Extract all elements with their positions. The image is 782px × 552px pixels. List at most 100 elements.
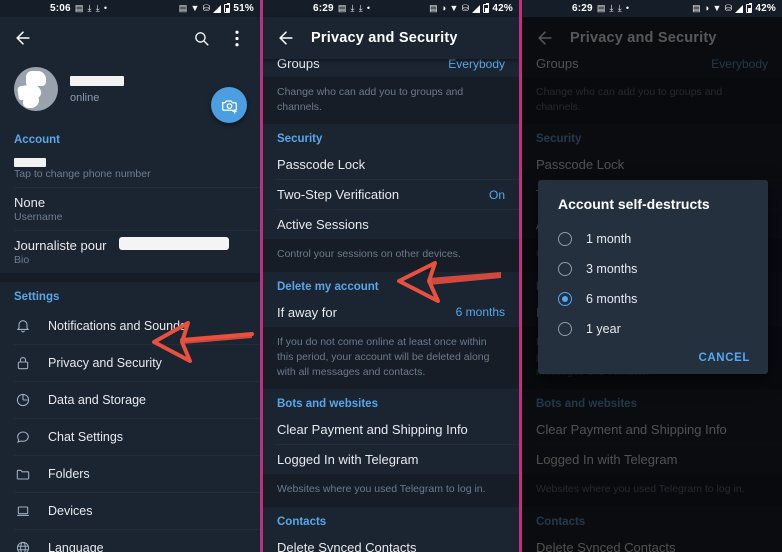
laptop-icon: [14, 502, 32, 520]
globe-icon: [14, 539, 32, 552]
sidebar-item-label: Folders: [48, 467, 90, 481]
dialog-option-label: 3 months: [586, 262, 638, 276]
row-logged-in-with-telegram[interactable]: Logged In with Telegram: [263, 445, 519, 474]
dialog-option-3-months[interactable]: 3 months: [538, 254, 768, 284]
status-bar-right: ▤ ◑ ▼ ⛁ 42%: [429, 3, 513, 14]
section-gap: [0, 273, 260, 282]
signal-icon: [472, 4, 481, 13]
status-bar-right: ▤ ▼ ⛁ 51%: [179, 3, 254, 14]
profile-header[interactable]: online: [0, 59, 260, 125]
profile-status: online: [70, 92, 100, 104]
sidebar-item-notifications[interactable]: Notifications and Sounds: [0, 308, 260, 344]
sidebar-item-label: Language: [48, 541, 104, 552]
row-label: Passcode Lock: [277, 157, 366, 173]
row-username-sub: Username: [14, 211, 63, 223]
sim-card-icon: ▤: [178, 3, 188, 13]
row-username-value: None: [14, 195, 46, 210]
bio-redaction: [119, 237, 229, 250]
sidebar-item-language[interactable]: Language: [0, 530, 260, 552]
dialog-option-label: 6 months: [586, 292, 638, 306]
overflow-menu-icon[interactable]: [226, 27, 248, 49]
row-clear-payment-info[interactable]: Clear Payment and Shipping Info: [263, 415, 519, 444]
dialog-option-label: 1 year: [586, 322, 621, 336]
back-arrow-icon[interactable]: [275, 27, 297, 49]
alarm-icon: ◑: [440, 3, 447, 13]
radio-icon[interactable]: [558, 322, 572, 336]
bots-and-websites-section: Bots and websites Clear Payment and Ship…: [263, 389, 519, 475]
dialog-option-6-months[interactable]: 6 months: [538, 284, 768, 314]
sidebar-item-chat-settings[interactable]: Chat Settings: [0, 419, 260, 455]
dialog-option-1-year[interactable]: 1 year: [538, 314, 768, 344]
status-bar-left: 6:29 ▤ ⤓ ⤓ •: [313, 3, 370, 14]
row-if-away-for[interactable]: If away for 6 months: [263, 298, 519, 327]
bots-hint: Websites where you used Telegram to log …: [263, 474, 519, 507]
status-time: 5:06: [50, 3, 71, 14]
cancel-button[interactable]: CANCEL: [698, 352, 750, 364]
row-value: 6 months: [455, 305, 505, 320]
radio-icon[interactable]: [558, 232, 572, 246]
dialog-option-1-month[interactable]: 1 month: [538, 224, 768, 254]
toolbar: [0, 17, 260, 59]
page-title: Privacy and Security: [311, 30, 458, 46]
row-bio[interactable]: Journaliste pour Bio: [0, 231, 260, 273]
sidebar-item-privacy-and-security[interactable]: Privacy and Security: [0, 345, 260, 381]
search-icon[interactable]: [190, 27, 212, 49]
settings-section: Settings Notifications and Sounds Privac…: [0, 282, 260, 552]
delete-account-section: Delete my account If away for 6 months: [263, 271, 519, 327]
panel-telegram-settings: 5:06 ▤ ⤓ ⤓ • ▤ ▼ ⛁ 51% online Account Ta…: [0, 0, 260, 552]
sidebar-item-label: Devices: [48, 504, 93, 518]
toolbar: Privacy and Security: [263, 17, 519, 59]
radio-icon[interactable]: [558, 262, 572, 276]
sidebar-item-data-and-storage[interactable]: Data and Storage: [0, 382, 260, 418]
row-two-step-verification[interactable]: Two-Step Verification On: [263, 180, 519, 209]
groups-section: Groups Everybody: [263, 56, 519, 77]
security-section-title: Security: [277, 133, 323, 146]
bell-icon: [14, 317, 32, 335]
settings-section-title: Settings: [14, 291, 60, 303]
add-photo-icon[interactable]: [211, 87, 247, 123]
battery-icon: [224, 3, 231, 13]
wifi-icon: ▼: [190, 3, 200, 13]
battery-icon: [483, 3, 490, 13]
row-groups[interactable]: Groups Everybody: [263, 56, 519, 77]
vpn-icon: ⛁: [461, 3, 470, 13]
row-label: Logged In with Telegram: [277, 452, 419, 468]
row-label: Two-Step Verification: [277, 187, 400, 203]
radio-icon-selected[interactable]: [558, 292, 572, 306]
row-passcode-lock[interactable]: Passcode Lock: [263, 150, 519, 179]
sidebar-item-devices[interactable]: Devices: [0, 493, 260, 529]
security-hint: Control your sessions on other devices.: [263, 239, 519, 272]
avatar[interactable]: [14, 67, 58, 111]
account-section-title: Account: [14, 134, 60, 146]
row-bio-sub: Bio: [14, 254, 30, 266]
sim-card-icon: ▤: [74, 3, 84, 13]
sidebar-item-folders[interactable]: Folders: [0, 456, 260, 492]
account-self-destructs-dialog: Account self-destructs 1 month 3 months …: [538, 180, 768, 374]
panel-account-self-destructs-dialog: 6:29 ▤ ⤓ ⤓ • ▤ ◑ ▼ ⛁ 42% Privacy and Sec…: [522, 0, 782, 552]
row-label: Delete Synced Contacts: [277, 539, 417, 552]
status-time: 6:29: [313, 3, 334, 14]
battery-percent: 42%: [492, 3, 513, 14]
sim-card-icon: ▤: [429, 3, 438, 13]
battery-percent: 51%: [233, 3, 254, 14]
chat-bubble-icon: [14, 428, 32, 446]
row-phone-number[interactable]: Tap to change phone number: [0, 151, 260, 187]
delete-my-account-link[interactable]: Delete my account: [263, 272, 519, 298]
download-icon: ⤓: [350, 3, 355, 13]
lock-icon: [14, 354, 32, 372]
account-section: Account Tap to change phone number None …: [0, 125, 260, 273]
contacts-section: Contacts Delete Synced Contacts: [263, 506, 519, 552]
sidebar-item-label: Chat Settings: [48, 430, 124, 444]
row-label: Clear Payment and Shipping Info: [277, 422, 468, 438]
row-active-sessions[interactable]: Active Sessions: [263, 210, 519, 239]
profile-name-redacted: [70, 76, 124, 86]
back-arrow-icon[interactable]: [12, 27, 34, 49]
dialog-title: Account self-destructs: [558, 196, 710, 212]
screenshot-stage: 5:06 ▤ ⤓ ⤓ • ▤ ▼ ⛁ 51% online Account Ta…: [0, 0, 782, 552]
row-username[interactable]: None Username: [0, 188, 260, 230]
dialog-option-label: 1 month: [586, 232, 632, 246]
status-bar: 6:29 ▤ ⤓ ⤓ • ▤ ◑ ▼ ⛁ 42%: [263, 0, 519, 17]
security-section: Security Passcode Lock Two-Step Verifica…: [263, 124, 519, 240]
row-delete-synced-contacts[interactable]: Delete Synced Contacts: [263, 533, 519, 552]
download-icon: ⤓: [87, 3, 92, 13]
